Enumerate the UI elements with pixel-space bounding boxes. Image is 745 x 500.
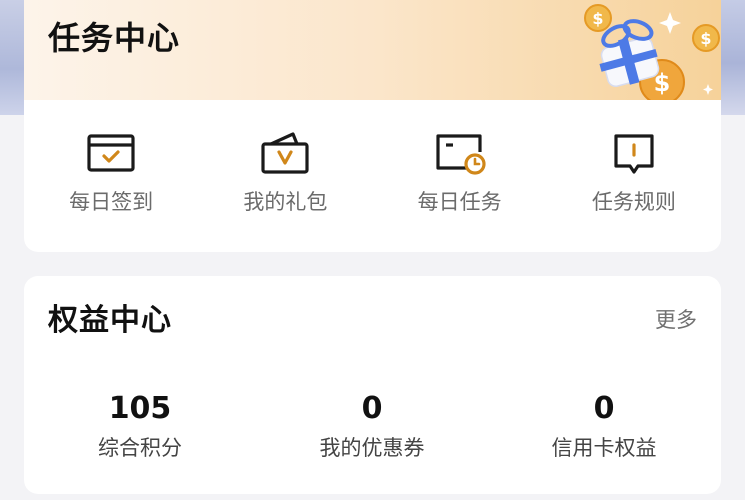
task-shortcuts: 每日签到 我的礼包 每日任务 任务规则 [24, 130, 721, 230]
rights-center-title: 权益中心 [48, 303, 172, 338]
daily-checkin-label: 每日签到 [69, 190, 154, 214]
my-gift-pack-label: 我的礼包 [243, 190, 328, 214]
gift-bag-icon [261, 132, 309, 174]
credit-card-rights-value: 0 [593, 391, 615, 426]
points-value: 105 [108, 391, 172, 426]
points-stat[interactable]: 105 综合积分 [24, 394, 256, 459]
gift-coins-illustration-icon: $ $ $ [584, 4, 720, 100]
task-rules-button[interactable]: 任务规则 [547, 130, 721, 230]
rule-book-icon [614, 134, 654, 174]
calendar-check-icon [87, 134, 135, 172]
svg-text:$: $ [592, 9, 603, 28]
coupons-stat[interactable]: 0 我的优惠券 [256, 394, 488, 459]
task-rules-label: 任务规则 [591, 190, 676, 214]
daily-checkin-button[interactable]: 每日签到 [24, 130, 198, 230]
more-link[interactable]: 更多 [655, 310, 697, 331]
daily-tasks-button[interactable]: 每日任务 [373, 130, 547, 230]
task-center-title: 任务中心 [48, 19, 181, 57]
task-center-header: 任务中心 $ $ $ [24, 0, 721, 100]
rights-stats: 105 综合积分 0 我的优惠券 0 信用卡权益 [24, 394, 721, 459]
background-decoration-right [721, 0, 745, 115]
task-center-card: 任务中心 $ $ $ 每日签到 我的礼包 每日任务 任务规则 [24, 0, 721, 252]
background-decoration-left [0, 0, 24, 115]
coupons-value: 0 [361, 391, 383, 426]
daily-tasks-label: 每日任务 [417, 190, 502, 214]
task-clock-icon [436, 134, 486, 175]
coupons-label: 我的优惠券 [319, 436, 425, 460]
credit-card-rights-stat[interactable]: 0 信用卡权益 [488, 394, 720, 459]
rights-center-card: 权益中心 更多 105 综合积分 0 我的优惠券 0 信用卡权益 [24, 276, 721, 494]
points-label: 综合积分 [98, 436, 182, 460]
my-gift-pack-button[interactable]: 我的礼包 [198, 130, 372, 230]
credit-card-rights-label: 信用卡权益 [551, 436, 657, 460]
svg-text:$: $ [700, 29, 711, 48]
